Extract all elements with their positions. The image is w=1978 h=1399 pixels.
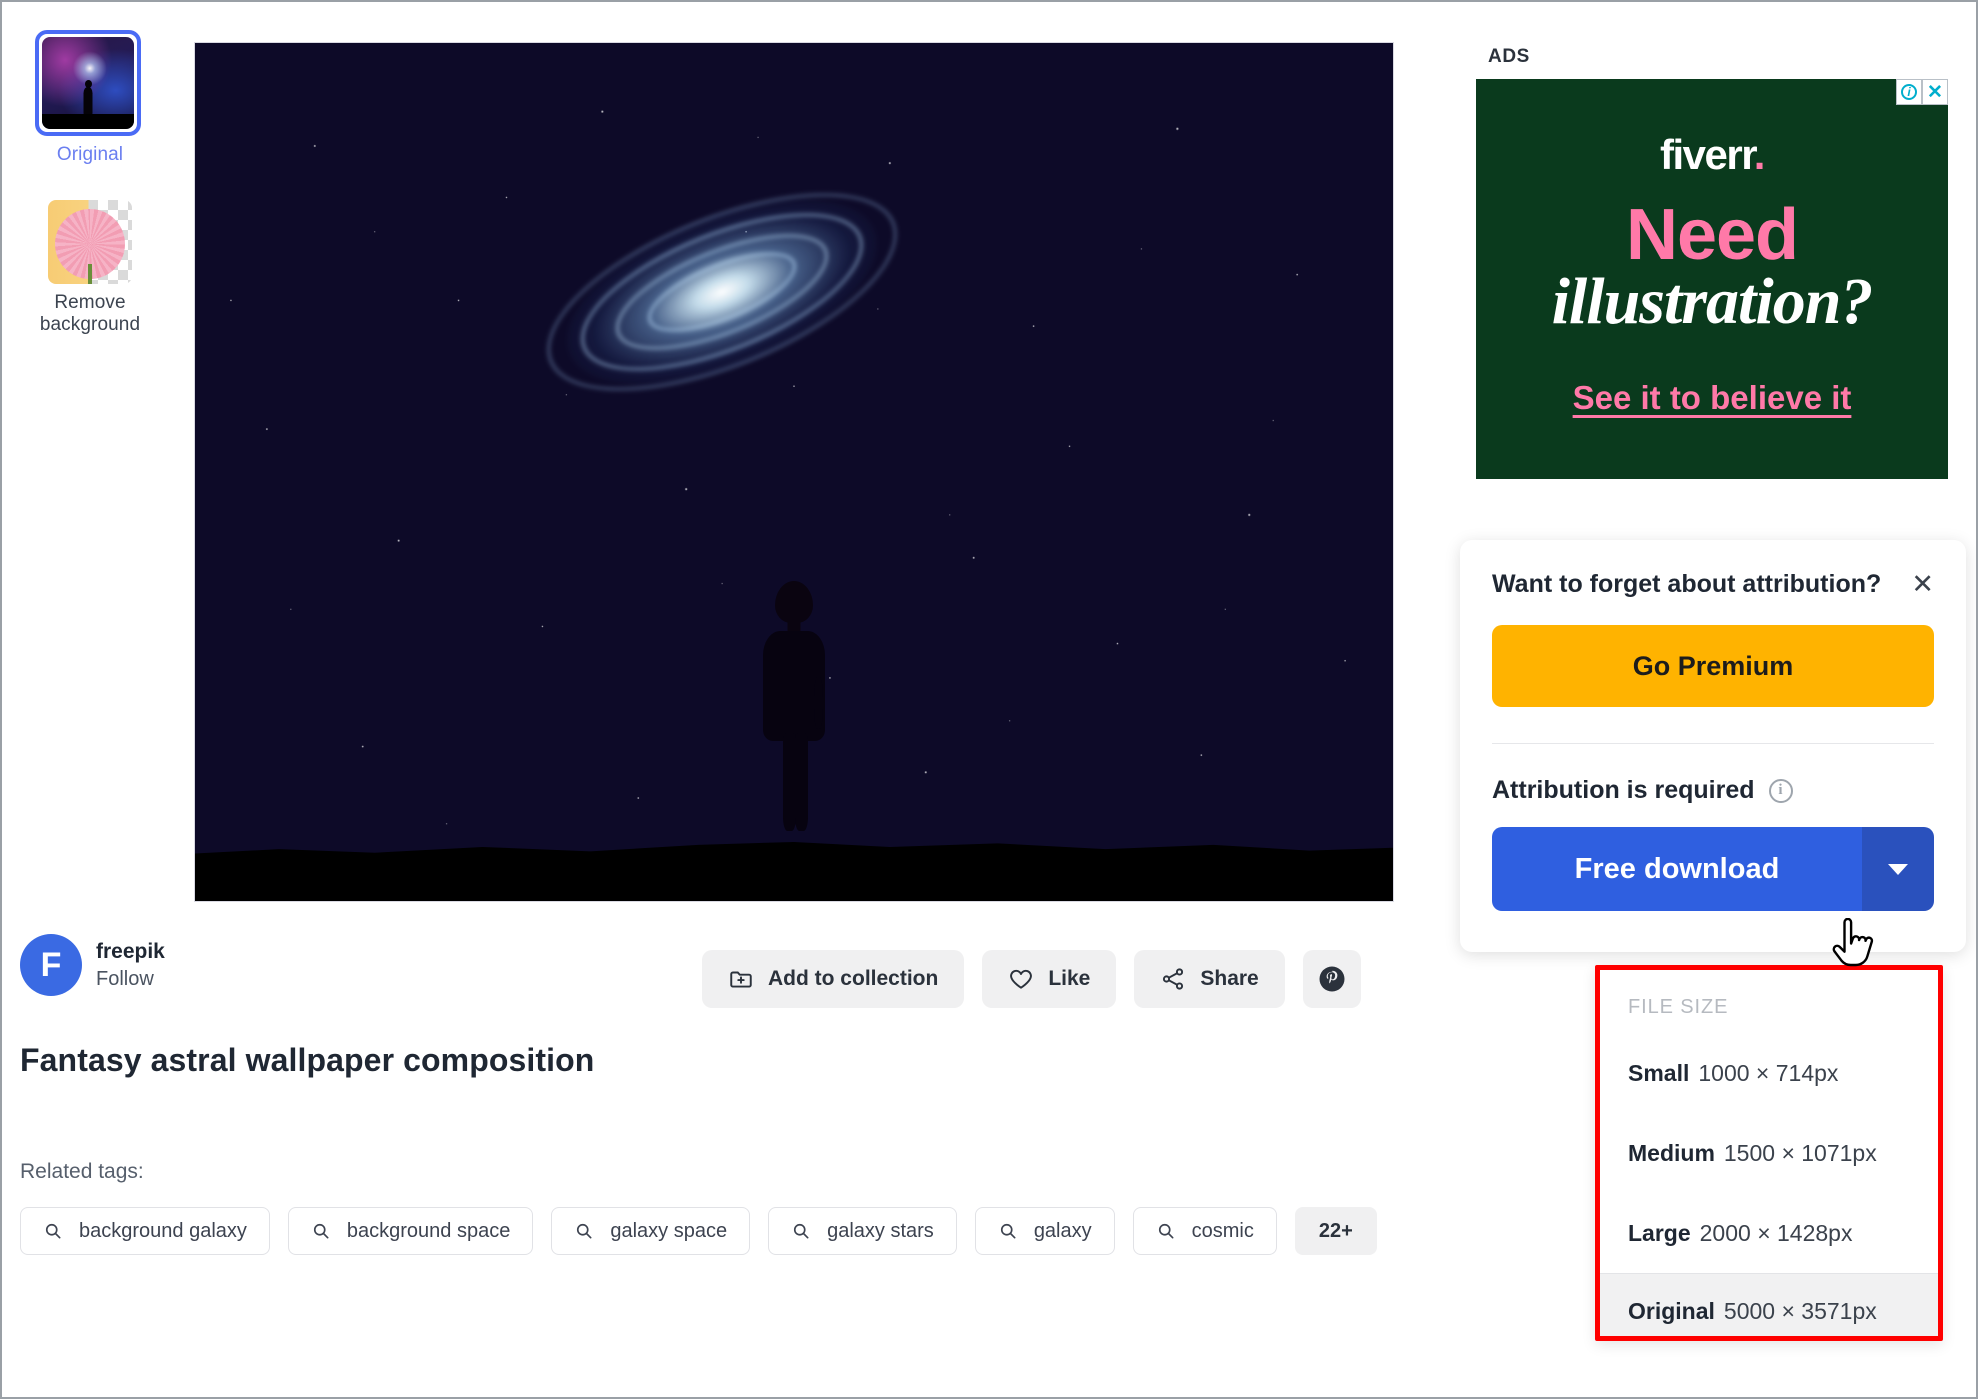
download-button-group: Free download <box>1492 827 1934 911</box>
tag-chip[interactable]: cosmic <box>1132 1207 1277 1255</box>
tag-label: background galaxy <box>79 1219 247 1242</box>
file-size-name: Small <box>1628 1059 1690 1086</box>
file-size-option-original[interactable]: Original 5000 × 3571px <box>1600 1273 1938 1336</box>
attribution-title: Want to forget about attribution? <box>1492 570 1882 598</box>
remove-background-thumbnail[interactable] <box>48 200 132 284</box>
ad-headline-line2: illustration? <box>1551 265 1874 338</box>
silhouette-head <box>775 581 813 623</box>
attribution-header: Want to forget about attribution? ✕ <box>1492 570 1934 599</box>
related-tags-label: Related tags: <box>20 1160 144 1183</box>
freepik-asset-page: Original Remove background F freepik Fol… <box>0 0 1978 1399</box>
tag-label: galaxy space <box>610 1219 728 1242</box>
share-label: Share <box>1200 967 1259 990</box>
ad-brand-dot: . <box>1753 131 1766 178</box>
pinterest-icon <box>1317 964 1347 994</box>
author-meta: freepik Follow <box>96 940 165 991</box>
file-size-dims: 5000 × 3571px <box>1723 1298 1877 1324</box>
original-thumbnail-image <box>42 37 134 129</box>
share-button[interactable]: Share <box>1134 950 1285 1008</box>
ad-close-icon[interactable]: ✕ <box>1922 79 1948 105</box>
asset-preview-image[interactable] <box>194 42 1394 902</box>
file-size-header: FILE SIZE <box>1628 996 1729 1018</box>
related-tags-list: background galaxy background space galax… <box>20 1207 1400 1255</box>
like-label: Like <box>1048 967 1091 990</box>
download-options-toggle[interactable] <box>1862 827 1934 911</box>
tag-chip[interactable]: galaxy <box>974 1207 1115 1255</box>
file-size-name: Large <box>1628 1219 1691 1246</box>
ad-cta-link[interactable]: See it to believe it <box>1476 379 1948 417</box>
sidebar-item-original[interactable]: Original <box>35 30 145 166</box>
thumbnail-rail: Original Remove background <box>20 30 160 337</box>
silhouette-arm-right <box>814 677 823 729</box>
tag-chip[interactable]: background galaxy <box>20 1207 270 1255</box>
search-icon <box>311 1221 331 1241</box>
file-size-dropdown: FILE SIZE Small 1000 × 714px Medium 1500… <box>1595 965 1943 1341</box>
share-icon <box>1160 966 1186 992</box>
file-size-dims: 2000 × 1428px <box>1699 1219 1853 1246</box>
author-block: F freepik Follow <box>20 934 165 996</box>
sidebar-item-remove-background[interactable]: Remove background <box>35 170 145 337</box>
close-icon[interactable]: ✕ <box>1911 571 1934 598</box>
search-icon <box>1156 1221 1176 1241</box>
tag-label: galaxy stars <box>827 1219 934 1242</box>
silhouette-leg-right <box>795 733 808 831</box>
file-size-name: Medium <box>1628 1139 1715 1166</box>
ad-info-icon[interactable]: i <box>1896 79 1922 105</box>
search-icon <box>998 1221 1018 1241</box>
ads-label: ADS <box>1488 46 1530 67</box>
tag-label: galaxy <box>1033 1219 1092 1242</box>
add-to-collection-label: Add to collection <box>768 967 939 990</box>
tag-chip[interactable]: galaxy stars <box>768 1207 957 1255</box>
search-icon <box>791 1221 811 1241</box>
flower-stem-icon <box>88 263 92 284</box>
ad-brand-logo: fiverr. <box>1476 131 1948 179</box>
free-download-button[interactable]: Free download <box>1492 827 1862 911</box>
like-button[interactable]: Like <box>982 950 1117 1008</box>
divider <box>1492 743 1934 744</box>
file-size-option-small[interactable]: Small 1000 × 714px <box>1600 1033 1938 1113</box>
sidebar-item-original-label: Original <box>56 144 124 165</box>
ad-controls: i ✕ <box>1896 79 1948 105</box>
tag-chip[interactable]: galaxy space <box>551 1207 751 1255</box>
original-thumbnail[interactable] <box>35 30 141 136</box>
add-to-collection-button[interactable]: Add to collection <box>702 950 965 1008</box>
action-bar: Add to collection Like Share <box>702 950 1361 1008</box>
search-icon <box>43 1221 63 1241</box>
ad-info-glyph: i <box>1901 84 1917 100</box>
tag-chip[interactable]: background space <box>287 1207 534 1255</box>
advertisement-banner[interactable]: i ✕ fiverr. Need illustration? See it to… <box>1476 79 1948 479</box>
file-size-option-large[interactable]: Large 2000 × 1428px <box>1600 1193 1938 1273</box>
info-icon[interactable]: i <box>1768 778 1793 803</box>
attribution-required-label: Attribution is required <box>1492 776 1755 804</box>
heart-icon <box>1008 966 1034 992</box>
more-tags-button[interactable]: 22+ <box>1294 1207 1377 1255</box>
attribution-required-row: Attribution is required i <box>1492 776 1934 805</box>
ad-headline-line1: Need <box>1625 195 1799 275</box>
follow-button[interactable]: Follow <box>96 968 165 991</box>
search-icon <box>574 1221 594 1241</box>
attribution-card: Want to forget about attribution? ✕ Go P… <box>1460 540 1966 952</box>
file-size-option-medium[interactable]: Medium 1500 × 1071px <box>1600 1113 1938 1193</box>
author-name[interactable]: freepik <box>96 940 165 964</box>
avatar[interactable]: F <box>20 934 82 996</box>
chevron-down-icon <box>1888 863 1908 875</box>
person-silhouette <box>762 581 826 831</box>
page-title: Fantasy astral wallpaper composition <box>20 1042 595 1078</box>
ad-brand-text: fiverr <box>1660 131 1755 178</box>
go-premium-button[interactable]: Go Premium <box>1492 625 1934 707</box>
file-size-dims: 1000 × 714px <box>1698 1059 1839 1086</box>
file-size-name: Original <box>1628 1298 1715 1324</box>
tag-label: background space <box>346 1219 511 1242</box>
file-size-dims: 1500 × 1071px <box>1723 1139 1877 1166</box>
tag-label: cosmic <box>1191 1219 1254 1242</box>
thumbnail-figure-silhouette <box>83 87 93 116</box>
add-to-collection-icon <box>728 966 754 992</box>
pinterest-button[interactable] <box>1302 950 1361 1008</box>
sidebar-item-remove-background-label: Remove background <box>39 292 141 336</box>
